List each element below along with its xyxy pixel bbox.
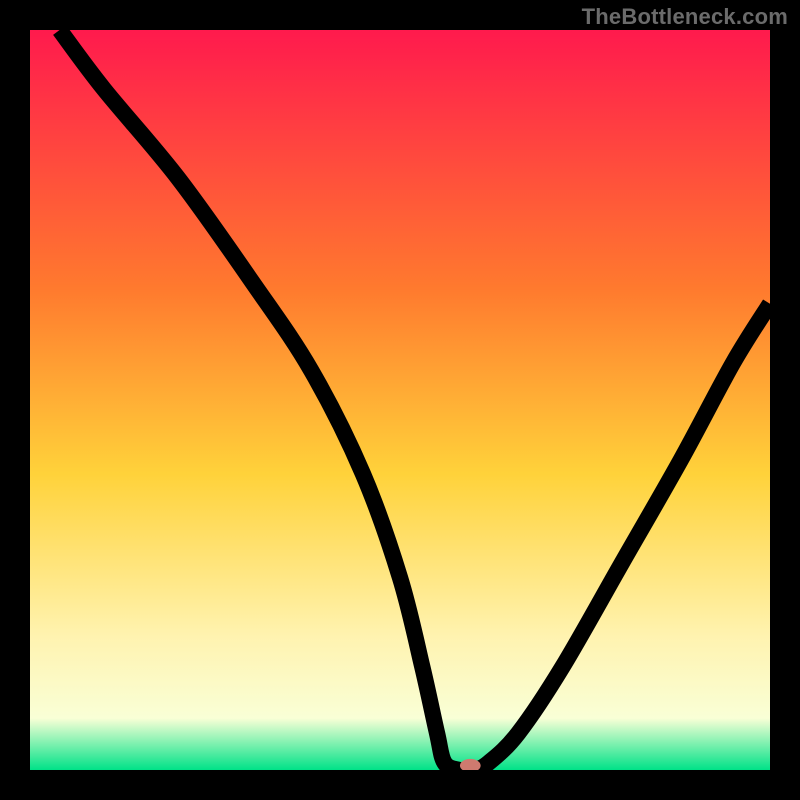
chart-svg (30, 30, 770, 770)
plot-area (30, 30, 770, 770)
watermark-text: TheBottleneck.com (582, 4, 788, 30)
chart-frame: TheBottleneck.com (0, 0, 800, 800)
